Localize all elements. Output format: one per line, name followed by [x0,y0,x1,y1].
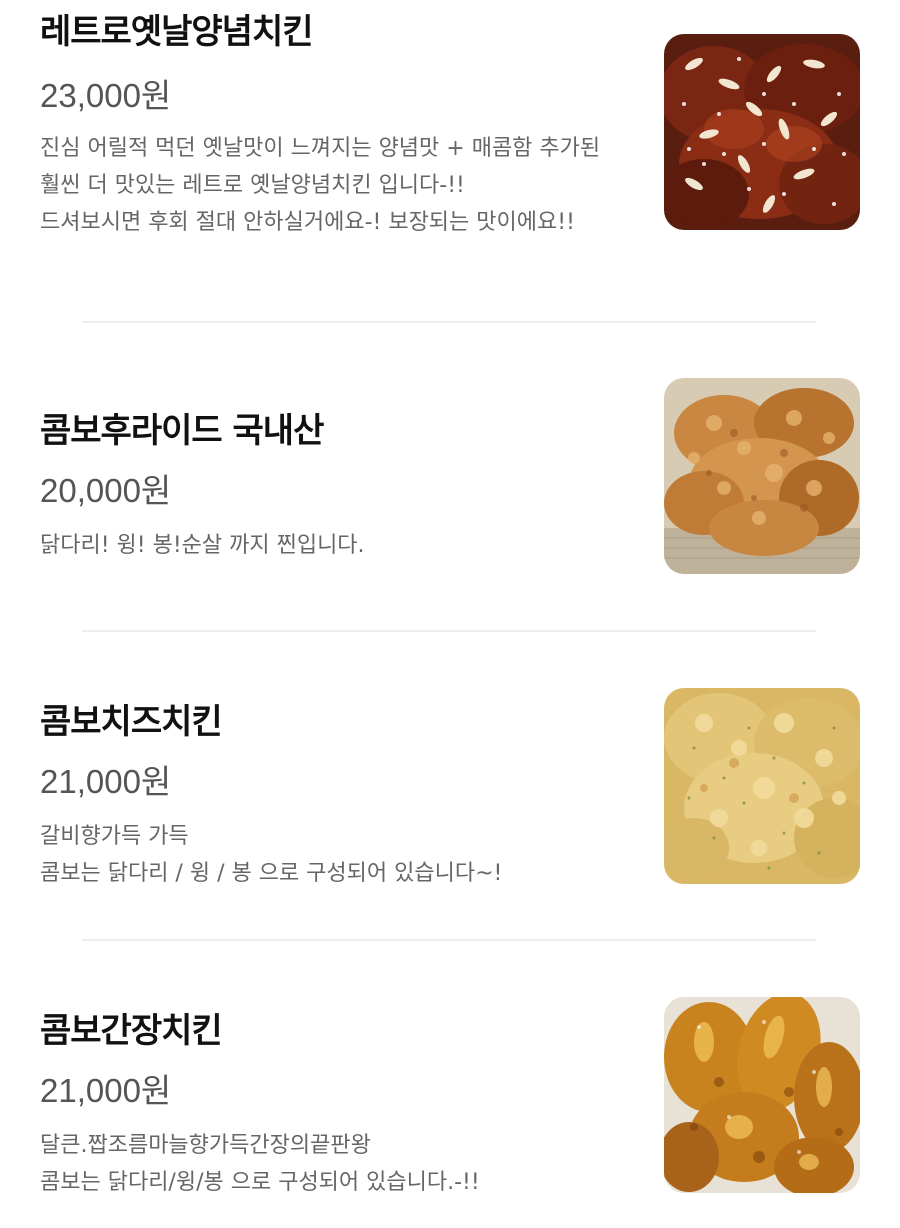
description-line: 닭다리! 윙! 봉!순살 까지 찐입니다. [40,533,365,558]
description-line: 진심 어릴적 먹던 옛날맛이 느껴지는 양념맛 + 매콤함 추가된 [40,136,601,161]
menu-item-description: 달큰.짭조름마늘향가득간장의끝판왕 콤보는 닭다리/윙/봉 으로 구성되어 있습… [40,1127,650,1201]
menu-item-combo-soy-chicken[interactable]: 콤보간장치킨 21,000원 달큰.짭조름마늘향가득간장의끝판왕 콤보는 닭다리… [0,941,900,1228]
soy-garlic-chicken-photo[interactable] [664,997,860,1193]
description-line: 콤보는 닭다리/윙/봉 으로 구성되어 있습니다.-!! [40,1170,480,1195]
description-line: 콤보는 닭다리 / 윙 / 봉 으로 구성되어 있습니다~! [40,861,503,886]
menu-item-price: 21,000원 [40,763,172,800]
menu-list: 레트로옛날양념치킨 23,000원 진심 어릴적 먹던 옛날맛이 느껴지는 양념… [0,0,900,1228]
menu-item-price: 21,000원 [40,1072,172,1109]
menu-item-name: 콤보후라이드 국내산 [40,411,324,451]
menu-item-description: 갈비향가득 가득 콤보는 닭다리 / 윙 / 봉 으로 구성되어 있습니다~! [40,818,650,892]
menu-item-name: 콤보치즈치킨 [40,702,223,742]
fried-chicken-photo[interactable] [664,378,860,574]
menu-item-price: 20,000원 [40,472,172,509]
menu-item-description: 진심 어릴적 먹던 옛날맛이 느껴지는 양념맛 + 매콤함 추가된 훨씬 더 맛… [40,130,650,241]
menu-item-text: 콤보치즈치킨 21,000원 갈비향가득 가득 콤보는 닭다리 / 윙 / 봉 … [40,702,650,892]
description-line: 갈비향가득 가득 [40,824,189,849]
menu-item-price: 23,000원 [40,77,172,114]
menu-item-combo-cheese-chicken[interactable]: 콤보치즈치킨 21,000원 갈비향가득 가득 콤보는 닭다리 / 윙 / 봉 … [0,632,900,939]
description-line: 훨씬 더 맛있는 레트로 옛날양념치킨 입니다-!! [40,173,465,198]
menu-item-text: 콤보후라이드 국내산 20,000원 닭다리! 윙! 봉!순살 까지 찐입니다. [40,411,650,564]
seasoned-chicken-photo[interactable] [664,34,860,230]
cheese-chicken-photo[interactable] [664,688,860,884]
menu-item-retro-seasoned-chicken[interactable]: 레트로옛날양념치킨 23,000원 진심 어릴적 먹던 옛날맛이 느껴지는 양념… [0,0,900,322]
menu-item-combo-fried-chicken[interactable]: 콤보후라이드 국내산 20,000원 닭다리! 윙! 봉!순살 까지 찐입니다. [0,323,900,630]
menu-item-text: 레트로옛날양념치킨 23,000원 진심 어릴적 먹던 옛날맛이 느껴지는 양념… [40,12,650,241]
menu-item-description: 닭다리! 윙! 봉!순살 까지 찐입니다. [40,527,650,564]
menu-item-name: 레트로옛날양념치킨 [40,12,314,52]
menu-item-text: 콤보간장치킨 21,000원 달큰.짭조름마늘향가득간장의끝판왕 콤보는 닭다리… [40,1011,650,1201]
description-line: 달큰.짭조름마늘향가득간장의끝판왕 [40,1133,371,1158]
description-line: 드셔보시면 후회 절대 안하실거에요-! 보장되는 맛이에요!! [40,210,575,235]
menu-item-name: 콤보간장치킨 [40,1011,223,1051]
